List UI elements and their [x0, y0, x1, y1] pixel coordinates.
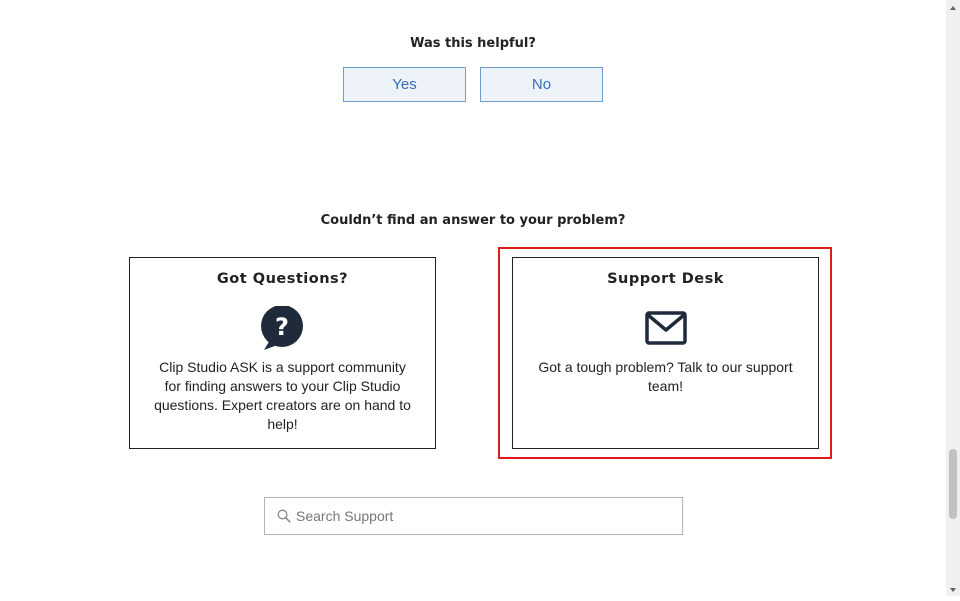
scroll-down-arrow-icon[interactable]	[946, 582, 960, 596]
card-description: Got a tough problem? Talk to our support…	[538, 359, 793, 394]
not-found-title: Couldn’t find an answer to your problem?	[320, 213, 626, 228]
search-input[interactable]	[294, 500, 682, 532]
scroll-up-arrow-icon[interactable]	[946, 0, 960, 14]
yes-button[interactable]: Yes	[343, 67, 466, 102]
mail-icon	[644, 311, 687, 349]
card-title: Support Desk	[607, 271, 724, 287]
no-button[interactable]: No	[480, 67, 603, 102]
card-title: Got Questions?	[216, 271, 349, 287]
feedback-title: Was this helpful?	[410, 36, 536, 51]
support-desk-card[interactable]: Support Desk Got a tough problem? Talk t…	[512, 257, 819, 449]
question-bubble-icon: ?	[260, 305, 306, 356]
card-description: Clip Studio ASK is a support community f…	[154, 359, 411, 432]
scrollbar[interactable]	[946, 0, 960, 596]
search-box[interactable]	[264, 497, 683, 535]
svg-text:?: ?	[275, 313, 289, 341]
search-icon	[277, 509, 291, 523]
scrollbar-thumb[interactable]	[949, 449, 957, 519]
got-questions-card[interactable]: Got Questions? ? Clip Studio ASK is a su…	[129, 257, 436, 449]
